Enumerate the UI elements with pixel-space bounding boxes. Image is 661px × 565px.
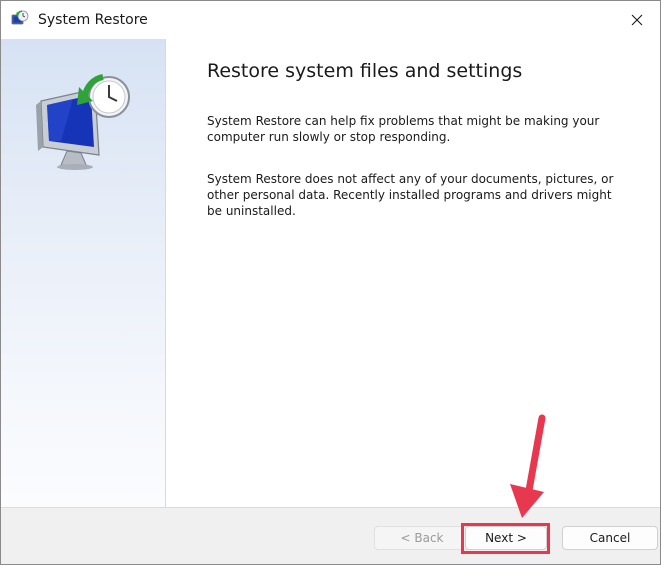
description-paragraph-2: System Restore does not affect any of yo… [207, 172, 614, 218]
close-icon [631, 14, 643, 26]
window-title: System Restore [38, 12, 148, 28]
side-panel [1, 39, 166, 507]
description-paragraph-1: System Restore can help fix problems tha… [207, 114, 600, 144]
red-arrow-annotation [510, 414, 546, 518]
title-bar: System Restore [1, 1, 660, 39]
system-restore-illustration [36, 74, 130, 170]
button-bar: < Back Next > Cancel [1, 507, 660, 564]
next-button[interactable]: Next > [465, 526, 547, 550]
page-title: Restore system files and settings [207, 60, 523, 82]
content-area: Restore system files and settings System… [166, 39, 660, 507]
cancel-button[interactable]: Cancel [562, 526, 658, 550]
system-restore-window: System Restore Restore system files and … [0, 0, 661, 565]
close-button[interactable] [614, 1, 660, 39]
system-restore-icon [11, 10, 29, 25]
back-button[interactable]: < Back [374, 526, 470, 550]
